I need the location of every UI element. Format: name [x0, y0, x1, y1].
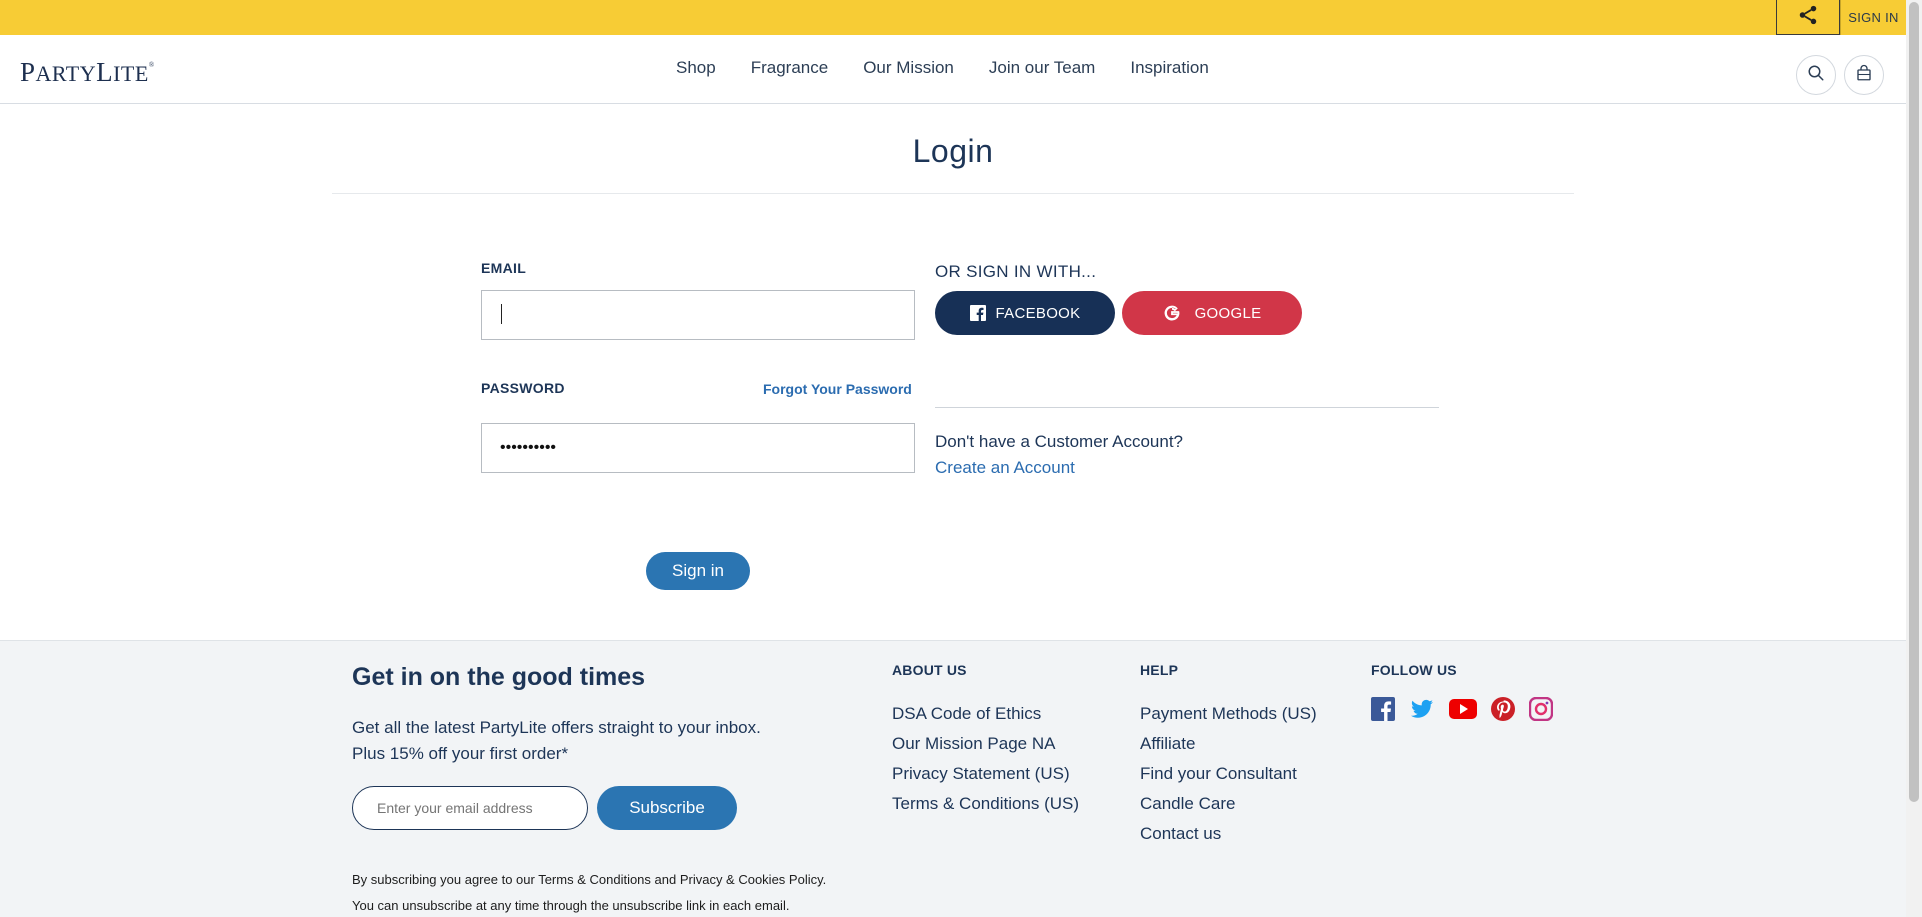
password-label: PASSWORD — [481, 380, 565, 396]
footer-link[interactable]: DSA Code of Ethics — [892, 699, 1079, 729]
footer-about-heading: ABOUT US — [892, 662, 967, 678]
scrollbar-thumb[interactable] — [1909, 2, 1919, 802]
footer-link[interactable]: Affiliate — [1140, 729, 1317, 759]
or-sign-in-with-label: OR SIGN IN WITH... — [935, 262, 1097, 281]
forgot-password-link[interactable]: Forgot Your Password — [763, 381, 912, 397]
facebook-icon[interactable] — [1371, 697, 1395, 721]
sign-in-button[interactable]: Sign in — [646, 552, 750, 590]
footer-follow-heading: FOLLOW US — [1371, 662, 1457, 678]
footer-link[interactable]: Privacy Statement (US) — [892, 759, 1079, 789]
social-links — [1371, 697, 1553, 721]
page-title: Login — [912, 133, 994, 169]
footer-link[interactable]: Candle Care — [1140, 789, 1317, 819]
newsletter-text-line: Get all the latest PartyLite offers stra… — [352, 718, 761, 737]
newsletter-text-line: Plus 15% off your first order* — [352, 744, 569, 763]
pinterest-icon[interactable] — [1491, 697, 1515, 721]
newsletter-title: Get in on the good times — [352, 663, 646, 691]
footer-about-column: ABOUT US DSA Code of Ethics Our Mission … — [892, 662, 1079, 819]
footer-help-column: HELP Payment Methods (US) Affiliate Find… — [1140, 662, 1317, 849]
footer-follow-column: FOLLOW US — [1371, 662, 1553, 721]
footer-help-heading: HELP — [1140, 662, 1179, 678]
footer-link[interactable]: Payment Methods (US) — [1140, 699, 1317, 729]
divider — [332, 193, 1574, 194]
nav-shop[interactable]: Shop — [676, 58, 716, 78]
cart-button[interactable] — [1844, 55, 1884, 95]
footer-link[interactable]: Contact us — [1140, 819, 1317, 849]
google-icon — [1163, 304, 1181, 322]
logo-text: ITE — [113, 61, 149, 86]
email-field-wrapper — [481, 290, 915, 340]
logo-letter: L — [96, 57, 114, 87]
footer-link[interactable]: Terms & Conditions (US) — [892, 789, 1079, 819]
facebook-label: FACEBOOK — [995, 304, 1081, 322]
google-login-button[interactable]: GOOGLE — [1122, 291, 1302, 335]
facebook-icon — [969, 305, 986, 321]
twitter-icon[interactable] — [1409, 697, 1435, 721]
top-utility-bar: SIGN IN — [0, 0, 1906, 35]
nav-inspiration[interactable]: Inspiration — [1130, 58, 1208, 78]
top-sign-in-link[interactable]: SIGN IN — [1840, 0, 1906, 35]
subscribe-button[interactable]: Subscribe — [597, 786, 737, 830]
newsletter-email-input[interactable] — [353, 787, 587, 829]
text-cursor — [501, 304, 502, 324]
site-footer: Get in on the good times Get all the lat… — [0, 640, 1906, 917]
search-button[interactable] — [1796, 55, 1836, 95]
main-nav: Shop Fragrance Our Mission Join our Team… — [676, 58, 1244, 78]
share-button[interactable] — [1776, 0, 1840, 35]
logo-text: ARTY — [35, 61, 97, 86]
nav-our-mission[interactable]: Our Mission — [863, 58, 954, 78]
newsletter-email-wrapper — [352, 786, 588, 830]
nav-join-our-team[interactable]: Join our Team — [989, 58, 1095, 78]
google-label: GOOGLE — [1194, 304, 1262, 322]
youtube-icon[interactable] — [1449, 697, 1477, 721]
footer-link[interactable]: Our Mission Page NA — [892, 729, 1079, 759]
password-field[interactable] — [482, 424, 914, 472]
facebook-login-button[interactable]: FACEBOOK — [935, 291, 1115, 335]
share-icon — [1797, 4, 1819, 31]
instagram-icon[interactable] — [1529, 697, 1553, 721]
newsletter-text: Get all the latest PartyLite offers stra… — [352, 715, 832, 767]
no-account-text: Don't have a Customer Account? — [935, 432, 1183, 451]
legal-text: By subscribing you agree to our Terms & … — [352, 872, 827, 887]
logo-letter: P — [20, 57, 36, 87]
partylite-logo[interactable]: PARTYLITE® — [20, 57, 155, 88]
create-account-link[interactable]: Create an Account — [935, 458, 1075, 478]
site-header: PARTYLITE® Shop Fragrance Our Mission Jo… — [0, 35, 1906, 104]
legal-text: You can unsubscribe at any time through … — [352, 898, 790, 913]
divider — [935, 407, 1439, 408]
logo-trademark: ® — [148, 61, 155, 69]
search-icon — [1807, 64, 1825, 87]
nav-fragrance[interactable]: Fragrance — [751, 58, 828, 78]
password-field-wrapper — [481, 423, 915, 473]
shopping-bag-icon — [1855, 64, 1873, 87]
email-label: EMAIL — [481, 260, 527, 276]
email-field[interactable] — [482, 291, 914, 339]
footer-link[interactable]: Find your Consultant — [1140, 759, 1317, 789]
